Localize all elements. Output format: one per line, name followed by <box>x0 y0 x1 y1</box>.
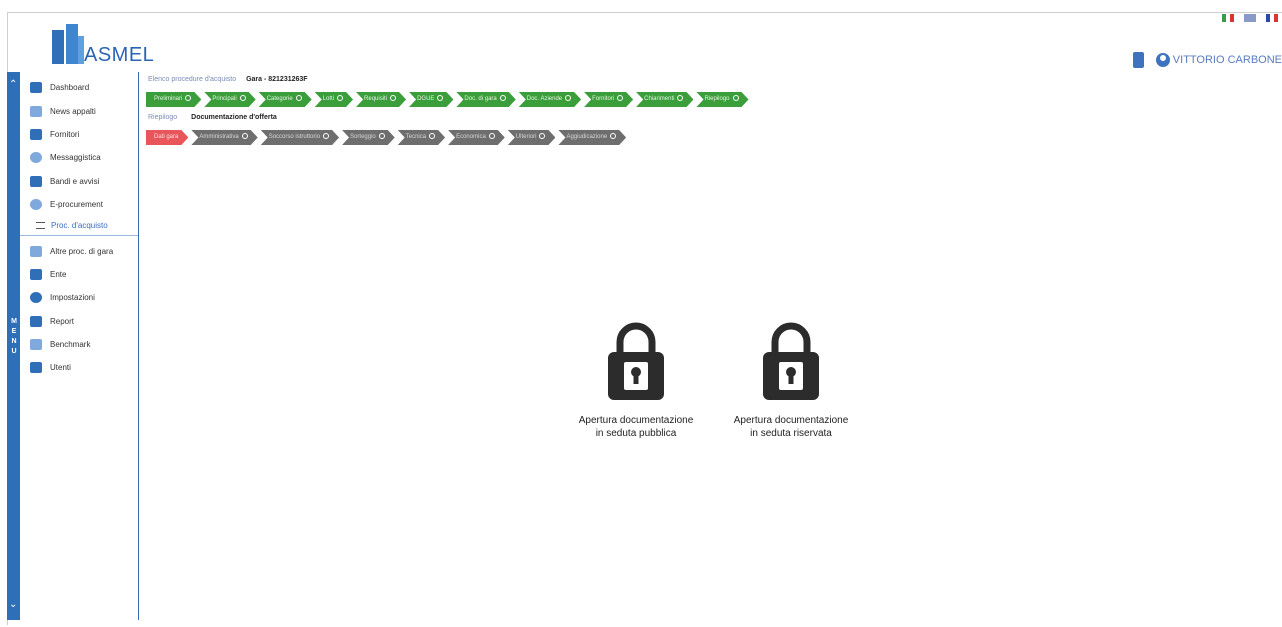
sidebar-item-bandi[interactable]: Bandi e avvisi <box>20 170 138 193</box>
menu-toggle-strip[interactable]: ⌃ M E N U ⌄ <box>7 72 20 620</box>
check-icon <box>565 95 571 101</box>
megaphone-icon <box>30 175 42 187</box>
users-icon <box>30 268 42 280</box>
circle-icon <box>429 133 435 139</box>
user-name: VITTORIO CARBONE <box>1172 54 1282 66</box>
flag-french-icon[interactable] <box>1266 14 1278 22</box>
procedure-steps: Preliminari Principali Categorie Lotti R… <box>146 92 752 107</box>
sidebar-item-dashboard[interactable]: Dashboard <box>20 76 138 99</box>
private-session-label: Apertura documentazione in seduta riserv… <box>733 415 849 439</box>
sidebar-item-eprocurement[interactable]: E-procurement <box>20 193 138 216</box>
step-doc-gara[interactable]: Doc. di gara <box>456 92 515 107</box>
check-icon <box>185 95 191 101</box>
circle-icon <box>489 133 495 139</box>
sub-breadcrumb-parent[interactable]: Riepilogo <box>148 114 177 121</box>
user-card-icon <box>30 362 42 374</box>
step-dgue[interactable]: DGUE <box>409 92 453 107</box>
step-dati-gara[interactable]: Dati gara <box>146 130 188 145</box>
menu-label: M E N U <box>11 318 17 355</box>
circle-icon <box>242 133 248 139</box>
sidebar-item-news[interactable]: News appalti <box>20 99 138 122</box>
sidebar-subitem-proc-acquisto[interactable]: Proc. d'acquisto <box>20 216 138 237</box>
flag-english-icon[interactable] <box>1244 14 1256 22</box>
sub-breadcrumb-current: Documentazione d'offerta <box>191 114 277 121</box>
language-switcher <box>1222 14 1278 22</box>
step-requisiti[interactable]: Requisiti <box>356 92 406 107</box>
sidebar-item-utenti[interactable]: Utenti <box>20 356 138 379</box>
circle-icon <box>539 133 545 139</box>
asmel-logo[interactable]: ASMEL <box>48 22 154 66</box>
sidebar: Dashboard News appalti Fornitori Messagg… <box>20 72 139 620</box>
user-icon <box>1155 53 1170 67</box>
public-session-label: Apertura documentazione in seduta pubbli… <box>578 415 694 439</box>
database-icon[interactable] <box>1132 52 1144 68</box>
offer-doc-steps: Dati gara Amministrativa Soccorso istrut… <box>146 130 629 145</box>
check-icon <box>240 95 246 101</box>
check-icon <box>296 95 302 101</box>
check-icon <box>437 95 443 101</box>
step-soccorso[interactable]: Soccorso istruttorio <box>261 130 339 145</box>
chart-icon <box>30 315 42 327</box>
home-icon <box>30 82 42 94</box>
cloud-icon <box>30 199 42 211</box>
brand-name: ASMEL <box>84 44 155 66</box>
step-lotti[interactable]: Lotti <box>315 92 353 107</box>
sidebar-item-impostazioni[interactable]: Impostazioni <box>20 286 138 309</box>
open-private-session-button[interactable]: Apertura documentazione in seduta riserv… <box>731 320 851 440</box>
open-public-session-button[interactable]: Apertura documentazione in seduta pubbli… <box>576 320 696 440</box>
step-chiarimenti[interactable]: Chiarimenti <box>636 92 693 107</box>
check-icon <box>617 95 623 101</box>
at-sign-icon <box>30 152 42 164</box>
sidebar-item-altre-proc[interactable]: Altre proc. di gara <box>20 239 138 262</box>
step-sorteggio[interactable]: Sorteggio <box>342 130 395 145</box>
sidebar-item-ente[interactable]: Ente <box>20 263 138 286</box>
sidebar-item-benchmark[interactable]: Benchmark <box>20 333 138 356</box>
check-icon <box>733 95 739 101</box>
folder-icon <box>30 245 42 257</box>
topbar-right: VITTORIO CARBONE <box>1132 52 1282 68</box>
breadcrumb: Elenco procedure d'acquisto Gara - 82123… <box>148 76 308 83</box>
breadcrumb-current: Gara - 821231263F <box>246 76 308 83</box>
step-economica[interactable]: Economica <box>448 130 505 145</box>
document-icon <box>30 339 42 351</box>
check-icon <box>677 95 683 101</box>
step-tecnica[interactable]: Tecnica <box>398 130 445 145</box>
check-icon <box>337 95 343 101</box>
step-amministrativa[interactable]: Amministrativa <box>191 130 257 145</box>
step-aggiudicazione[interactable]: Aggiudicazione <box>558 130 626 145</box>
sub-breadcrumb: Riepilogo Documentazione d'offerta <box>148 114 277 121</box>
sidebar-item-fornitori[interactable]: Fornitori <box>20 123 138 146</box>
chevron-down-icon[interactable]: ⌄ <box>9 600 17 610</box>
sidebar-item-report[interactable]: Report <box>20 310 138 333</box>
flag-italian-icon[interactable] <box>1222 14 1234 22</box>
padlock-icon <box>608 322 664 400</box>
circle-icon <box>379 133 385 139</box>
circle-icon <box>610 133 616 139</box>
step-preliminari[interactable]: Preliminari <box>146 92 201 107</box>
step-categorie[interactable]: Categorie <box>259 92 312 107</box>
check-icon <box>500 95 506 101</box>
breadcrumb-parent[interactable]: Elenco procedure d'acquisto <box>148 76 236 83</box>
sidebar-item-messaggistica[interactable]: Messaggistica <box>20 146 138 169</box>
step-riepilogo[interactable]: Riepilogo <box>696 92 748 107</box>
step-ulteriori[interactable]: Ulteriori <box>508 130 556 145</box>
list-icon <box>36 222 45 230</box>
padlock-icon <box>763 322 819 400</box>
scales-icon <box>30 105 42 117</box>
user-menu[interactable]: VITTORIO CARBONE <box>1155 53 1282 67</box>
chevron-up-icon[interactable]: ⌃ <box>9 80 17 90</box>
truck-icon <box>30 128 42 140</box>
step-doc-aziende[interactable]: Doc. Aziende <box>519 92 581 107</box>
circle-icon <box>323 133 329 139</box>
step-principali[interactable]: Principali <box>204 92 255 107</box>
check-icon <box>390 95 396 101</box>
step-fornitori[interactable]: Fornitori <box>584 92 633 107</box>
gear-icon <box>30 292 42 304</box>
